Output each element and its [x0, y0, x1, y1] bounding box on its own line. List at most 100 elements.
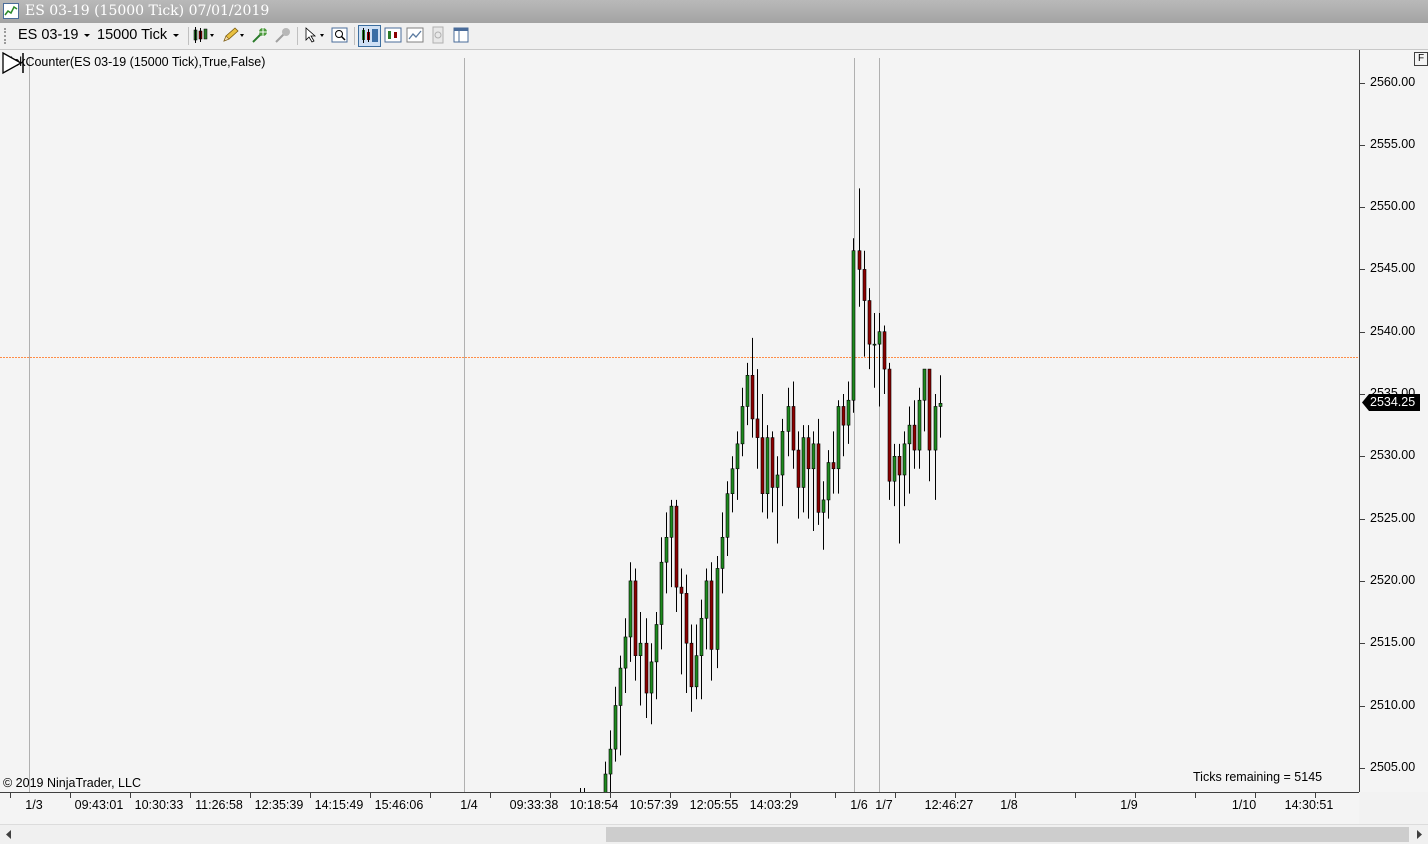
candle-up	[902, 443, 907, 476]
candle-up	[654, 624, 659, 663]
toolbar-grip[interactable]	[4, 28, 9, 44]
price-axis-tick	[1360, 580, 1365, 582]
pointer-icon[interactable]	[302, 25, 328, 45]
chart-trader-icon	[362, 28, 378, 43]
bar-style-icon[interactable]	[192, 25, 216, 45]
candle-down	[760, 437, 765, 494]
scroll-right-icon[interactable]	[1410, 825, 1428, 844]
candle-up	[765, 437, 770, 494]
candle-down	[841, 406, 846, 426]
candle-down	[750, 375, 755, 420]
price-axis-label: 2520.00	[1370, 572, 1416, 587]
candle-up	[638, 642, 643, 656]
scroll-to-end-icon[interactable]	[0, 50, 26, 76]
interval-selector[interactable]: 15000 Tick	[97, 27, 180, 45]
indicator-icon[interactable]	[250, 25, 270, 45]
data-box-icon[interactable]	[383, 25, 403, 45]
time-axis-label: 10:18:54	[569, 798, 619, 812]
time-axis-label: 1/9	[1120, 798, 1138, 812]
time-axis-label: 11:26:58	[195, 798, 243, 812]
price-axis-label: 2515.00	[1370, 635, 1416, 650]
candle-up	[836, 406, 841, 470]
candle-up	[821, 499, 826, 513]
layout-icon[interactable]	[451, 25, 471, 45]
candle-up	[892, 455, 897, 482]
candle-down	[831, 462, 836, 470]
candle-down	[770, 437, 775, 488]
strategy-icon[interactable]	[273, 25, 293, 45]
price-axis-label: 2505.00	[1370, 759, 1416, 774]
time-axis-label: 14:03:29	[749, 798, 799, 812]
time-axis[interactable]: 1/3 09:43:01 10:30:33 11:26:58 12:35:39 14:15…	[0, 792, 1359, 824]
candle-up	[917, 399, 922, 451]
time-axis-label: 1/3	[25, 798, 43, 812]
time-axis-label: 1/7	[875, 798, 893, 812]
candle-down	[755, 418, 760, 438]
candle-up	[933, 406, 938, 451]
scrollbar-thumb[interactable]	[606, 827, 1409, 842]
current-price-value: 2534.25	[1370, 395, 1416, 409]
time-axis-label: 14:30:51	[1284, 798, 1334, 812]
time-axis-tick	[1195, 793, 1196, 798]
candles-group	[603, 188, 943, 792]
price-axis[interactable]: 2560.00 2555.00 2550.00 2545.00 2540.00 2535.…	[1359, 50, 1428, 792]
time-axis-label: 12:46:27	[924, 798, 974, 812]
time-axis-tick	[430, 793, 431, 798]
candle-down	[867, 300, 872, 345]
price-axis-label: 2545.00	[1370, 261, 1416, 276]
drawing-tool-icon[interactable]	[220, 25, 246, 45]
candle-up	[664, 536, 669, 563]
scroll-left-icon[interactable]	[0, 825, 18, 844]
time-axis-tick	[370, 793, 371, 798]
time-axis-tick	[190, 793, 191, 798]
toolbar-separator	[188, 27, 189, 45]
candle-up	[613, 705, 618, 750]
candle-down	[927, 368, 932, 451]
chart-app-icon	[3, 3, 19, 19]
price-axis-label: 2525.00	[1370, 510, 1416, 525]
ticks-remaining: Ticks remaining = 5145	[1193, 770, 1323, 784]
chart-trader-button[interactable]	[358, 25, 381, 47]
time-axis-tick	[490, 793, 491, 798]
instrument-selector[interactable]: ES 03-19	[18, 27, 91, 45]
price-axis-tick	[1360, 82, 1365, 84]
chart-style-icon[interactable]	[405, 25, 425, 45]
axis-corner-button[interactable]: F	[1414, 52, 1428, 66]
time-axis-label: 1/8	[1000, 798, 1018, 812]
chart-panel[interactable]: TickCounter(ES 03-19 (15000 Tick),True,F…	[0, 50, 1359, 792]
price-axis-tick	[1360, 705, 1365, 707]
price-plot	[0, 58, 1359, 792]
candle-down	[709, 580, 714, 650]
candle-down	[882, 331, 887, 370]
candle-up	[623, 636, 628, 669]
time-axis-label: 1/6	[850, 798, 868, 812]
candle-up	[907, 424, 912, 445]
chevron-down-icon	[173, 33, 180, 37]
candle-up	[826, 462, 831, 501]
candle-down	[816, 443, 821, 513]
time-axis-label: 15:46:06	[374, 798, 424, 812]
time-axis-tick	[250, 793, 251, 798]
time-axis-tick	[310, 793, 311, 798]
candle-up	[704, 580, 709, 619]
candle-up	[720, 536, 725, 569]
indicator-label: TickCounter(ES 03-19 (15000 Tick),True,F…	[3, 55, 266, 69]
price-axis-tick	[1360, 456, 1365, 458]
candle-up	[603, 773, 608, 792]
candle-down	[689, 642, 694, 688]
zoom-icon[interactable]	[330, 25, 350, 45]
candle-down	[862, 269, 867, 301]
time-axis-tick	[895, 793, 896, 798]
time-axis-tick	[130, 793, 131, 798]
candle-up	[608, 748, 613, 775]
candle-up	[877, 331, 882, 345]
candle-down	[897, 455, 902, 476]
properties-icon[interactable]	[428, 25, 448, 45]
candle-up	[775, 474, 780, 488]
toolbar-separator	[297, 27, 298, 45]
price-axis-label: 2555.00	[1370, 136, 1416, 151]
candle-up	[659, 561, 664, 625]
horizontal-scrollbar[interactable]	[0, 824, 1428, 844]
candle-down	[684, 593, 689, 644]
candle-up	[694, 655, 699, 688]
